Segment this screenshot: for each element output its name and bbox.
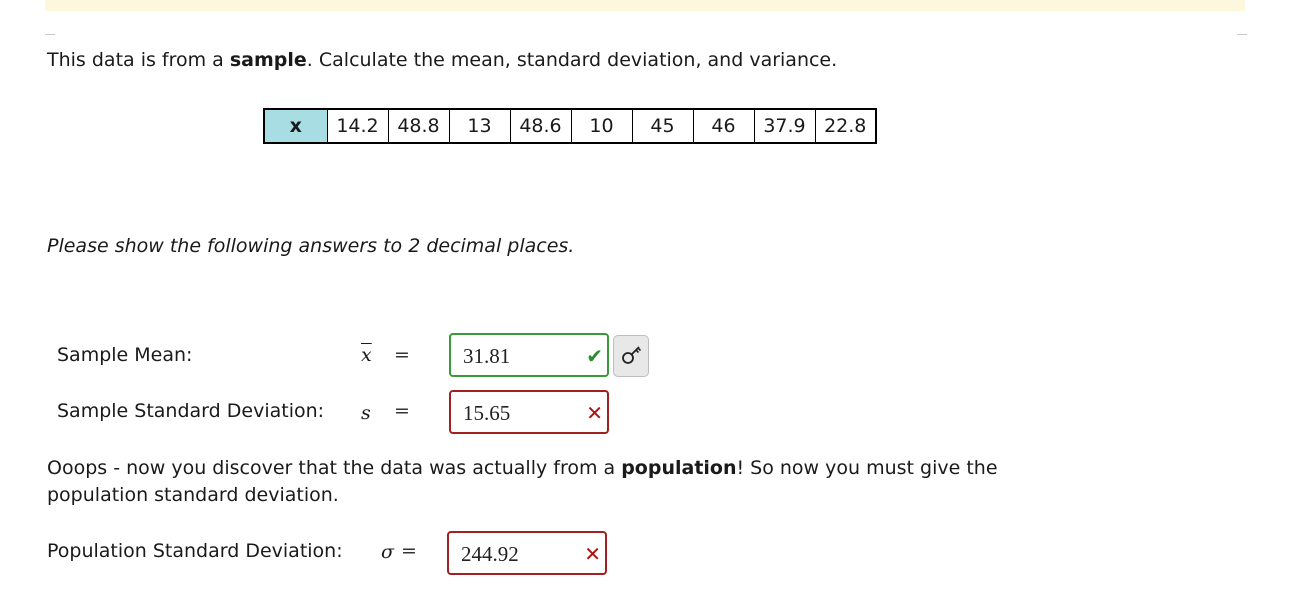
left-edge-mark <box>45 34 55 35</box>
top-banner <box>45 0 1245 11</box>
question-text: This data is from a sample. Calculate th… <box>47 49 837 71</box>
xbar-symbol: x <box>361 344 372 366</box>
table-cell: 14.2 <box>326 108 389 144</box>
key-icon <box>622 346 642 364</box>
population-sd-input[interactable]: 244.92 ✕ <box>447 531 607 575</box>
table-cell: 45 <box>631 108 694 144</box>
sample-mean-label: Sample Mean: <box>57 344 193 366</box>
data-table: x 14.2 48.8 13 48.6 10 45 46 37.9 22.8 <box>263 108 877 144</box>
table-cell: 22.8 <box>814 108 877 144</box>
question-prefix: This data is from a <box>47 49 230 71</box>
table-cell: 37.9 <box>753 108 816 144</box>
table-cell: 48.6 <box>509 108 572 144</box>
table-header-cell: x <box>263 108 328 144</box>
sample-sd-equals: = <box>394 400 410 422</box>
sample-mean-value: 31.81 <box>463 344 511 368</box>
sample-sd-value: 15.65 <box>463 401 511 425</box>
table-cell: 48.8 <box>387 108 450 144</box>
population-sd-symbol: σ <box>381 541 394 563</box>
table-row: x 14.2 48.8 13 48.6 10 45 46 37.9 22.8 <box>263 108 877 144</box>
instruction-text: Please show the following answers to 2 d… <box>47 235 575 257</box>
sample-sd-symbol: s <box>361 402 371 424</box>
population-note: Ooops - now you discover that the data w… <box>47 455 1027 509</box>
cross-icon: ✕ <box>586 401 603 425</box>
sample-sd-label: Sample Standard Deviation: <box>57 400 325 422</box>
sample-mean-equals: = <box>394 344 410 366</box>
cross-icon: ✕ <box>584 542 601 566</box>
table-cell: 10 <box>570 108 633 144</box>
note-prefix: Ooops - now you discover that the data w… <box>47 457 622 479</box>
population-sd-equals: = <box>401 540 417 562</box>
answer-key-button[interactable] <box>613 335 649 377</box>
sample-mean-input[interactable]: 31.81 ✔ <box>449 333 609 377</box>
check-icon: ✔ <box>586 344 603 368</box>
table-cell: 13 <box>448 108 511 144</box>
sample-sd-input[interactable]: 15.65 ✕ <box>449 390 609 434</box>
population-sd-value: 244.92 <box>461 542 519 566</box>
question-bold: sample <box>229 49 307 71</box>
question-suffix: . Calculate the mean, standard deviation… <box>306 49 838 71</box>
right-edge-mark <box>1237 34 1247 35</box>
population-sd-label: Population Standard Deviation: <box>47 540 343 562</box>
table-cell: 46 <box>692 108 755 144</box>
note-bold: population <box>621 457 737 479</box>
sample-mean-symbol: x <box>361 344 372 366</box>
